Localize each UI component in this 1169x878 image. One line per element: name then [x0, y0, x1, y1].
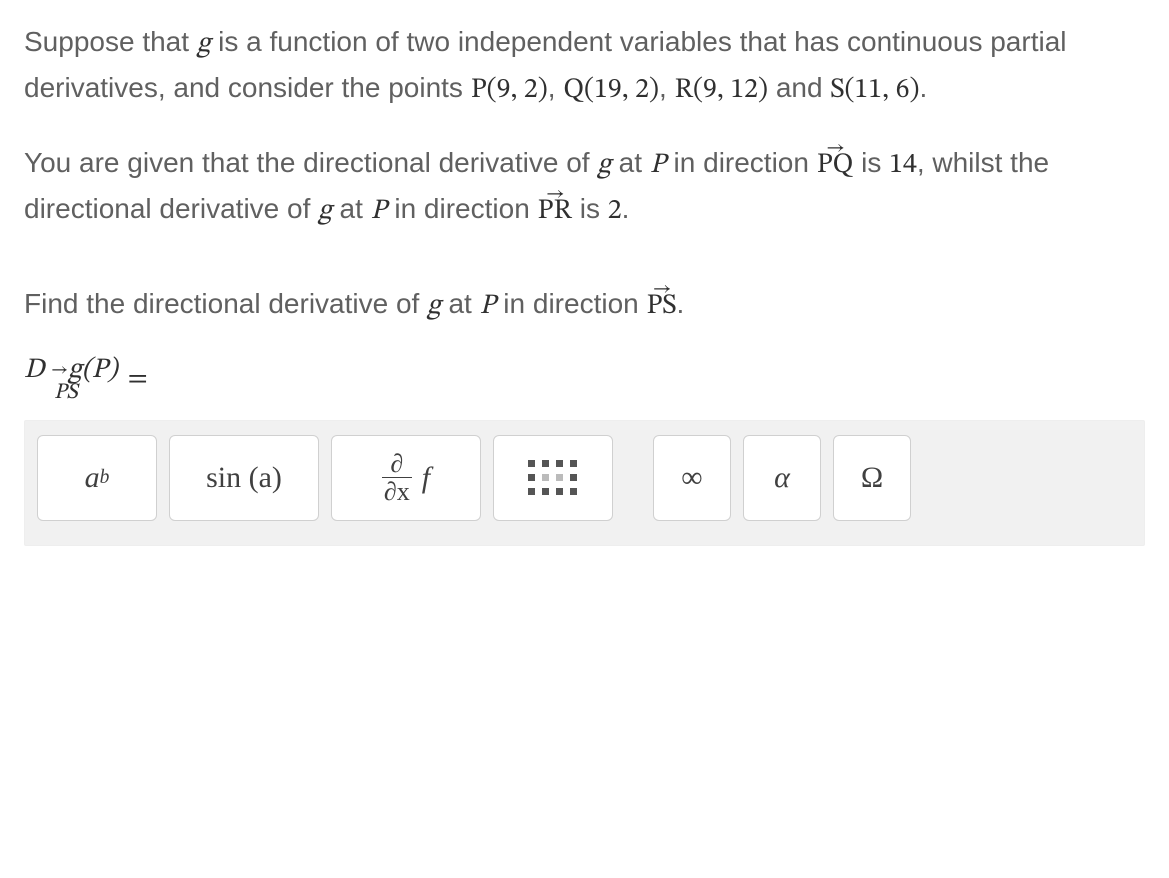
alpha-button[interactable]: α [743, 435, 821, 521]
text: Find the directional derivative of [24, 288, 427, 319]
math-P: P [480, 292, 496, 320]
exponent-button[interactable]: ab [37, 435, 157, 521]
text: You are given that the directional deriv… [24, 147, 597, 178]
D-letter: D [24, 356, 44, 384]
answer-prompt: D →g(P) PS = [24, 356, 1145, 404]
text: Suppose that [24, 26, 197, 57]
text: , [548, 72, 564, 103]
vector-PQ: PQ [817, 151, 854, 179]
text: in direction [387, 193, 538, 224]
text: in direction [496, 288, 647, 319]
text: and [768, 72, 830, 103]
math-input-toolbar: ab sin (a) ∂ ∂x f ∞ α Ω [24, 420, 1145, 546]
text: at [611, 147, 650, 178]
vector-PS: PS [647, 292, 677, 320]
vector-PR: PR [538, 197, 572, 225]
infinity-button[interactable]: ∞ [653, 435, 731, 521]
matrix-icon [528, 460, 578, 496]
value-2: 2 [608, 197, 622, 225]
infinity-icon: ∞ [681, 455, 702, 502]
alpha-icon: α [774, 455, 790, 502]
frac-f: f [422, 455, 430, 502]
arrow-icon: → [51, 361, 68, 379]
problem-paragraph-2: You are given that the directional deriv… [24, 141, 1145, 234]
sin-label: sin (a) [206, 455, 282, 502]
equals-sign: = [128, 358, 148, 401]
omega-button[interactable]: Ω [833, 435, 911, 521]
text: . [622, 193, 630, 224]
matrix-button[interactable] [493, 435, 613, 521]
fraction-icon: ∂ ∂x [382, 450, 412, 506]
text: at [441, 288, 480, 319]
text: is [572, 193, 608, 224]
sin-button[interactable]: sin (a) [169, 435, 319, 521]
gP: g(P) [68, 356, 117, 384]
exp-sup: b [100, 463, 110, 493]
directional-derivative-symbol: D →g(P) PS [24, 356, 118, 404]
math-g: g [597, 151, 611, 179]
math-g: g [318, 197, 332, 225]
point-P: P(9, 2) [471, 76, 548, 104]
text: , [659, 72, 675, 103]
point-R: R(9, 12) [675, 76, 768, 104]
text: . [677, 288, 685, 319]
math-P: P [650, 151, 666, 179]
frac-num: ∂ [388, 450, 405, 477]
text: is [861, 147, 889, 178]
partial-derivative-button[interactable]: ∂ ∂x f [331, 435, 481, 521]
exp-base: a [85, 455, 100, 502]
problem-paragraph-3: Find the directional derivative of g at … [24, 282, 1145, 328]
point-Q: Q(19, 2) [563, 76, 659, 104]
text: at [332, 193, 371, 224]
subscript-PS: PS [24, 382, 78, 404]
point-S: S(11, 6) [830, 76, 919, 104]
text: . [919, 72, 927, 103]
frac-den: ∂x [382, 477, 412, 505]
text: in direction [666, 147, 817, 178]
math-g: g [197, 30, 211, 58]
math-g: g [427, 292, 441, 320]
math-P: P [371, 197, 387, 225]
problem-paragraph-1: Suppose that g is a function of two inde… [24, 20, 1145, 113]
value-14: 14 [889, 151, 917, 179]
omega-icon: Ω [861, 455, 883, 502]
